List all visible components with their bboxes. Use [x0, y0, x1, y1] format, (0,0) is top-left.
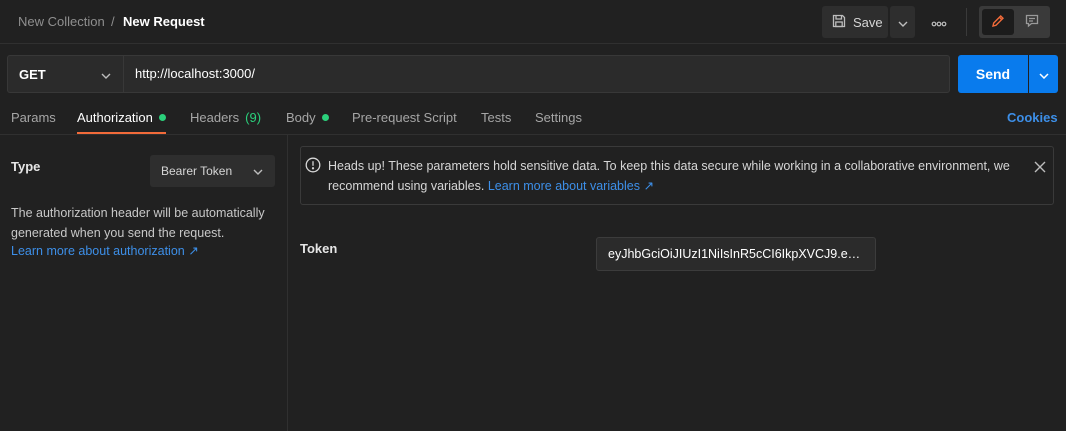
tab-settings[interactable]: Settings — [535, 110, 582, 125]
chevron-down-icon — [101, 67, 111, 82]
pencil-icon — [991, 14, 1005, 31]
tab-params[interactable]: Params — [11, 110, 56, 125]
cookies-link[interactable]: Cookies — [1007, 110, 1058, 125]
tab-authorization[interactable]: Authorization — [77, 110, 166, 125]
ellipsis-icon — [931, 15, 947, 30]
edit-mode-button[interactable] — [982, 9, 1014, 35]
tab-tests[interactable]: Tests — [481, 110, 511, 125]
breadcrumb-separator: / — [111, 14, 115, 29]
send-options-button[interactable] — [1029, 55, 1058, 93]
save-button[interactable]: Save — [822, 6, 888, 38]
method-value: GET — [19, 66, 46, 82]
status-dot — [321, 114, 329, 121]
active-tab-indicator — [77, 132, 166, 134]
learn-more-variables-link[interactable]: Learn more about variables ↗ — [488, 179, 654, 193]
tab-label: Params — [11, 110, 56, 125]
token-label: Token — [300, 241, 338, 256]
tab-headers[interactable]: Headers (9) — [190, 110, 261, 125]
close-icon — [1034, 161, 1046, 176]
url-input[interactable]: http://localhost:3000/ — [123, 55, 950, 93]
auth-description: The authorization header will be automat… — [11, 206, 265, 240]
tab-body[interactable]: Body — [286, 110, 329, 125]
status-dot — [158, 114, 166, 121]
tab-label: Tests — [481, 110, 512, 125]
close-alert-button[interactable] — [1032, 160, 1048, 176]
chevron-down-icon — [253, 164, 263, 178]
request-title[interactable]: New Request — [123, 14, 205, 29]
method-select[interactable]: GET — [7, 55, 123, 93]
breadcrumb-collection[interactable]: New Collection — [18, 14, 105, 29]
more-actions-button[interactable] — [925, 11, 953, 33]
info-icon — [305, 157, 321, 173]
save-icon — [832, 14, 846, 31]
tab-pre-request-script[interactable]: Pre-request Script — [352, 110, 457, 125]
alert-message: Heads up! These parameters hold sensitiv… — [328, 156, 1018, 196]
send-button[interactable]: Send — [958, 55, 1028, 93]
toolbar-divider — [966, 8, 967, 36]
tab-label: Authorization — [77, 110, 153, 125]
chevron-down-icon — [1038, 67, 1049, 82]
token-input[interactable]: eyJhbGciOiJIUzI1NiIsInR5cCI6IkpXVCJ9.eyJ… — [596, 237, 876, 271]
alert-text: Heads up! These parameters hold sensitiv… — [328, 159, 1010, 193]
tab-label: Headers — [190, 110, 240, 125]
learn-more-authorization-link[interactable]: Learn more about authorization ↗ — [11, 243, 199, 258]
comments-button[interactable] — [1016, 9, 1047, 35]
tab-count-badge: (9) — [245, 110, 262, 125]
save-label: Save — [853, 14, 883, 30]
auth-type-label: Type — [11, 159, 41, 174]
chevron-down-icon — [898, 15, 908, 30]
panel-divider[interactable] — [287, 135, 288, 431]
auth-type-value: Bearer Token — [161, 164, 233, 178]
save-options-button[interactable] — [890, 6, 915, 38]
auth-type-select[interactable]: Bearer Token — [150, 155, 275, 187]
comment-icon — [1025, 14, 1039, 31]
tab-label: Body — [286, 110, 316, 125]
tab-label: Settings — [535, 110, 582, 125]
tab-label: Pre-request Script — [352, 110, 457, 125]
